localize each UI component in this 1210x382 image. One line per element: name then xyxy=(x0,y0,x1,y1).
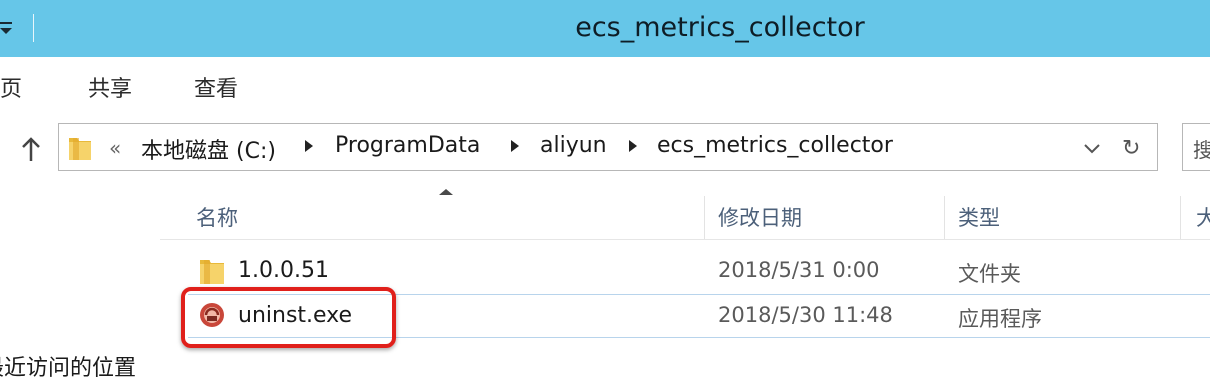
file-modified: 2018/5/30 11:48 xyxy=(718,303,893,327)
ribbon: 主页 共享 查看 xyxy=(0,57,1210,113)
column-divider[interactable] xyxy=(704,196,705,239)
folder-icon xyxy=(69,138,91,160)
file-modified: 2018/5/31 0:00 xyxy=(718,258,880,282)
column-divider[interactable] xyxy=(1180,196,1181,239)
column-header-size[interactable]: 大小 xyxy=(1196,202,1210,232)
column-header-modified[interactable]: 修改日期 xyxy=(718,202,802,232)
column-header-type[interactable]: 类型 xyxy=(958,202,1000,232)
annotation-highlight-box xyxy=(181,287,396,348)
nav-item-recent-places[interactable]: 最近访问的位置 xyxy=(0,350,136,382)
column-divider[interactable] xyxy=(944,196,945,239)
tab-share[interactable]: 共享 xyxy=(88,71,132,103)
file-type: 文件夹 xyxy=(958,262,1021,286)
chevron-down-icon[interactable] xyxy=(1084,144,1100,154)
file-name[interactable]: 1.0.0.51 xyxy=(238,258,329,283)
breadcrumb-separator-icon[interactable] xyxy=(305,140,313,152)
breadcrumb-overflow-icon[interactable]: « xyxy=(109,136,121,160)
refresh-icon[interactable]: ↻ xyxy=(1122,136,1140,161)
window-title: ecs_metrics_collector xyxy=(575,12,865,43)
column-header-name[interactable]: 名称 xyxy=(196,202,238,232)
up-arrow-icon[interactable] xyxy=(20,136,42,162)
address-bar[interactable]: « 本地磁盘 (C:) ProgramData aliyun ecs_metri… xyxy=(58,123,1158,171)
title-bar: ecs_metrics_collector xyxy=(0,0,1210,57)
address-row: « 本地磁盘 (C:) ProgramData aliyun ecs_metri… xyxy=(0,112,1210,184)
breadcrumb-separator-icon[interactable] xyxy=(511,140,519,152)
tab-home[interactable]: 主页 xyxy=(0,71,22,103)
column-headers: 名称 修改日期 类型 大小 xyxy=(160,192,1210,240)
navigation-pane: 最近访问的位置 xyxy=(0,184,160,381)
tab-view[interactable]: 查看 xyxy=(194,71,238,103)
breadcrumb-separator-icon[interactable] xyxy=(629,140,637,152)
search-placeholder: 搜 xyxy=(1193,138,1210,162)
breadcrumb-local-disk[interactable]: 本地磁盘 (C:) xyxy=(141,133,276,165)
file-type: 应用程序 xyxy=(958,307,1042,331)
breadcrumb-current-folder[interactable]: ecs_metrics_collector xyxy=(657,133,893,158)
file-list: 名称 修改日期 类型 大小 1.0.0.51 2018/5/31 0:00 文件… xyxy=(160,184,1210,378)
breadcrumb-aliyun[interactable]: aliyun xyxy=(540,133,607,158)
breadcrumb-programdata[interactable]: ProgramData xyxy=(335,133,480,158)
search-input[interactable]: 搜 xyxy=(1182,123,1210,171)
table-row[interactable]: 1.0.0.51 2018/5/31 0:00 文件夹 xyxy=(188,250,1210,292)
folder-icon xyxy=(200,260,224,284)
